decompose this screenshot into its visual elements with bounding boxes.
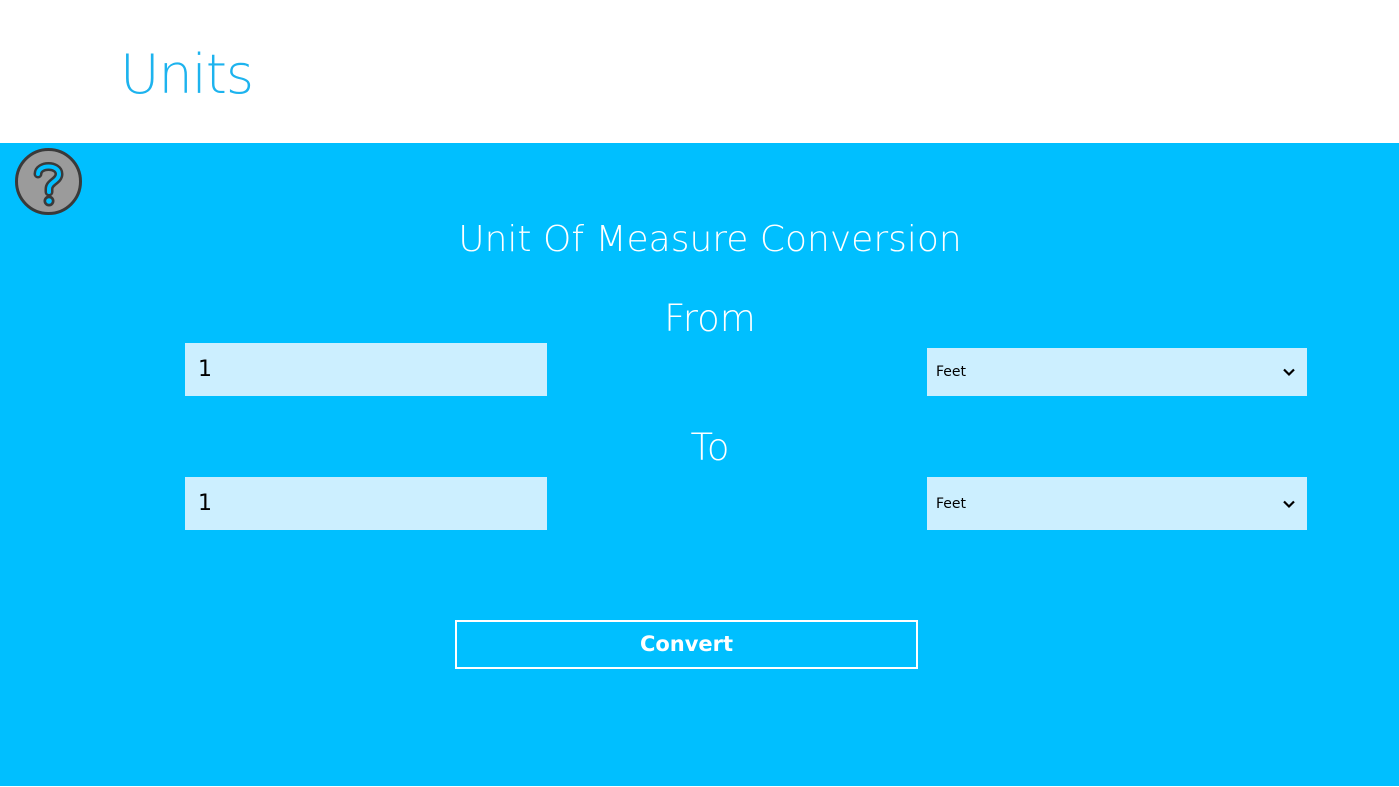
from-value-input[interactable] <box>185 343 547 396</box>
chevron-down-icon <box>1283 368 1295 377</box>
convert-button[interactable]: Convert <box>455 620 918 669</box>
app-window: Units Unit Of Measure Conversion From Fe… <box>0 0 1399 787</box>
converter-title: Unit Of Measure Conversion <box>458 219 962 260</box>
chevron-down-icon <box>1283 500 1295 508</box>
to-unit-value: Feet <box>936 495 967 512</box>
from-label: From <box>664 297 756 340</box>
help-button[interactable] <box>14 147 83 216</box>
to-unit-select[interactable]: Feet <box>927 477 1307 530</box>
app-title: Units <box>120 43 254 106</box>
from-unit-select[interactable]: Feet <box>927 348 1307 396</box>
to-label: To <box>690 426 730 469</box>
help-question-icon <box>15 148 82 215</box>
app-header: Units <box>0 0 1399 143</box>
from-unit-value: Feet <box>936 364 967 380</box>
to-value-input[interactable] <box>185 477 547 530</box>
